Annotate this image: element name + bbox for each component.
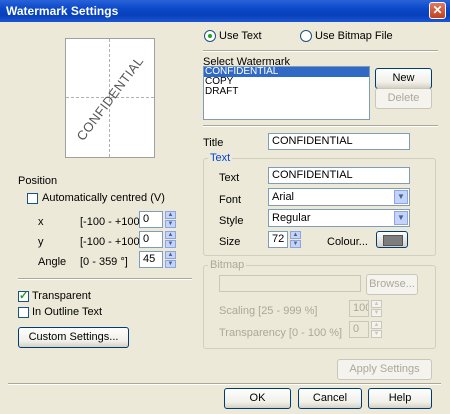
apply-settings-button[interactable]: Apply Settings	[337, 359, 432, 380]
transparency-input[interactable]: 0	[349, 321, 369, 338]
style-select[interactable]: Regular ▼	[268, 209, 410, 227]
y-range: [-100 - +100]	[80, 236, 143, 248]
x-input[interactable]: 0	[139, 211, 163, 228]
watermark-list[interactable]: CONFIDENTIAL COPY DRAFT	[203, 66, 370, 120]
scaling-input[interactable]: 100	[349, 300, 369, 317]
style-select-value: Regular	[272, 212, 311, 224]
spin-up-icon[interactable]: ▲	[371, 300, 382, 308]
separator-footer	[8, 383, 441, 385]
spin-up-icon[interactable]: ▲	[165, 211, 176, 219]
watermark-preview: CONFIDENTIAL	[65, 38, 155, 158]
x-range: [-100 - +100]	[80, 216, 143, 228]
scaling-stepper[interactable]: ▲ ▼	[371, 300, 382, 317]
text-input[interactable]: CONFIDENTIAL	[268, 167, 410, 184]
use-text-radio[interactable]	[204, 30, 216, 42]
separator-mid	[203, 125, 438, 127]
text-group-label: Text	[208, 152, 233, 164]
outline-label[interactable]: In Outline Text	[32, 306, 102, 318]
text-label: Text	[219, 172, 240, 184]
separator-top	[203, 50, 438, 52]
new-button[interactable]: New	[375, 68, 432, 89]
use-text-label[interactable]: Use Text	[219, 30, 262, 42]
spin-down-icon[interactable]: ▼	[371, 309, 382, 317]
title-bar: Watermark Settings ✕	[0, 0, 450, 22]
auto-centred-checkbox[interactable]	[27, 193, 38, 204]
colour-label: Colour...	[327, 236, 368, 248]
spin-down-icon[interactable]: ▼	[290, 240, 301, 248]
x-stepper[interactable]: ▲ ▼	[165, 211, 176, 228]
size-label: Size	[219, 236, 241, 248]
browse-button[interactable]: Browse...	[366, 274, 418, 295]
help-button[interactable]: Help	[368, 388, 432, 409]
watermark-settings-dialog: Watermark Settings ✕ CONFIDENTIAL Use Te…	[0, 0, 450, 414]
close-button[interactable]: ✕	[429, 2, 446, 19]
y-stepper[interactable]: ▲ ▼	[165, 231, 176, 248]
spin-down-icon[interactable]: ▼	[165, 260, 176, 268]
font-select[interactable]: Arial ▼	[268, 188, 410, 206]
ok-button[interactable]: OK	[224, 388, 291, 409]
font-label: Font	[219, 194, 242, 206]
list-item[interactable]: DRAFT	[204, 87, 369, 97]
auto-centred-label[interactable]: Automatically centred (V)	[42, 192, 165, 204]
font-select-value: Arial	[272, 191, 295, 203]
scaling-label: Scaling [25 - 999 %]	[219, 305, 318, 317]
colour-button[interactable]	[376, 231, 408, 248]
spin-up-icon[interactable]: ▲	[165, 231, 176, 239]
title-label: Title	[203, 137, 224, 149]
spin-up-icon[interactable]: ▲	[371, 321, 382, 329]
outline-checkbox[interactable]	[18, 307, 29, 318]
x-label: x	[38, 216, 44, 228]
custom-settings-button[interactable]: Custom Settings...	[18, 327, 129, 348]
chevron-down-icon[interactable]: ▼	[394, 211, 408, 225]
delete-button[interactable]: Delete	[375, 88, 432, 109]
style-label: Style	[219, 215, 244, 227]
angle-stepper[interactable]: ▲ ▼	[165, 251, 176, 268]
transparency-label: Transparency [0 - 100 %]	[219, 327, 343, 339]
spin-down-icon[interactable]: ▼	[371, 330, 382, 338]
angle-range: [0 - 359 °]	[80, 256, 128, 268]
title-input[interactable]: CONFIDENTIAL	[268, 133, 410, 150]
y-label: y	[38, 236, 44, 248]
angle-input[interactable]: 45	[139, 251, 163, 268]
spin-down-icon[interactable]: ▼	[165, 240, 176, 248]
separator-left	[18, 278, 192, 280]
chevron-down-icon[interactable]: ▼	[394, 190, 408, 204]
preview-watermark-text: CONFIDENTIAL	[73, 53, 147, 144]
bitmap-group-label: Bitmap	[208, 259, 247, 271]
bitmap-path-input[interactable]	[219, 275, 361, 292]
window-title: Watermark Settings	[6, 4, 119, 18]
transparency-stepper[interactable]: ▲ ▼	[371, 321, 382, 338]
use-bitmap-label[interactable]: Use Bitmap File	[315, 30, 393, 42]
spin-down-icon[interactable]: ▼	[165, 220, 176, 228]
size-input[interactable]: 72	[268, 231, 288, 248]
transparent-label[interactable]: Transparent	[32, 290, 91, 302]
angle-label: Angle	[38, 256, 67, 268]
use-bitmap-radio[interactable]	[300, 30, 312, 42]
y-input[interactable]: 0	[139, 231, 163, 248]
cancel-button[interactable]: Cancel	[298, 388, 362, 409]
position-label: Position	[18, 175, 58, 187]
spin-up-icon[interactable]: ▲	[290, 231, 301, 239]
spin-up-icon[interactable]: ▲	[165, 251, 176, 259]
colour-swatch	[383, 235, 403, 246]
transparent-checkbox[interactable]	[18, 289, 29, 302]
size-stepper[interactable]: ▲ ▼	[290, 231, 301, 248]
